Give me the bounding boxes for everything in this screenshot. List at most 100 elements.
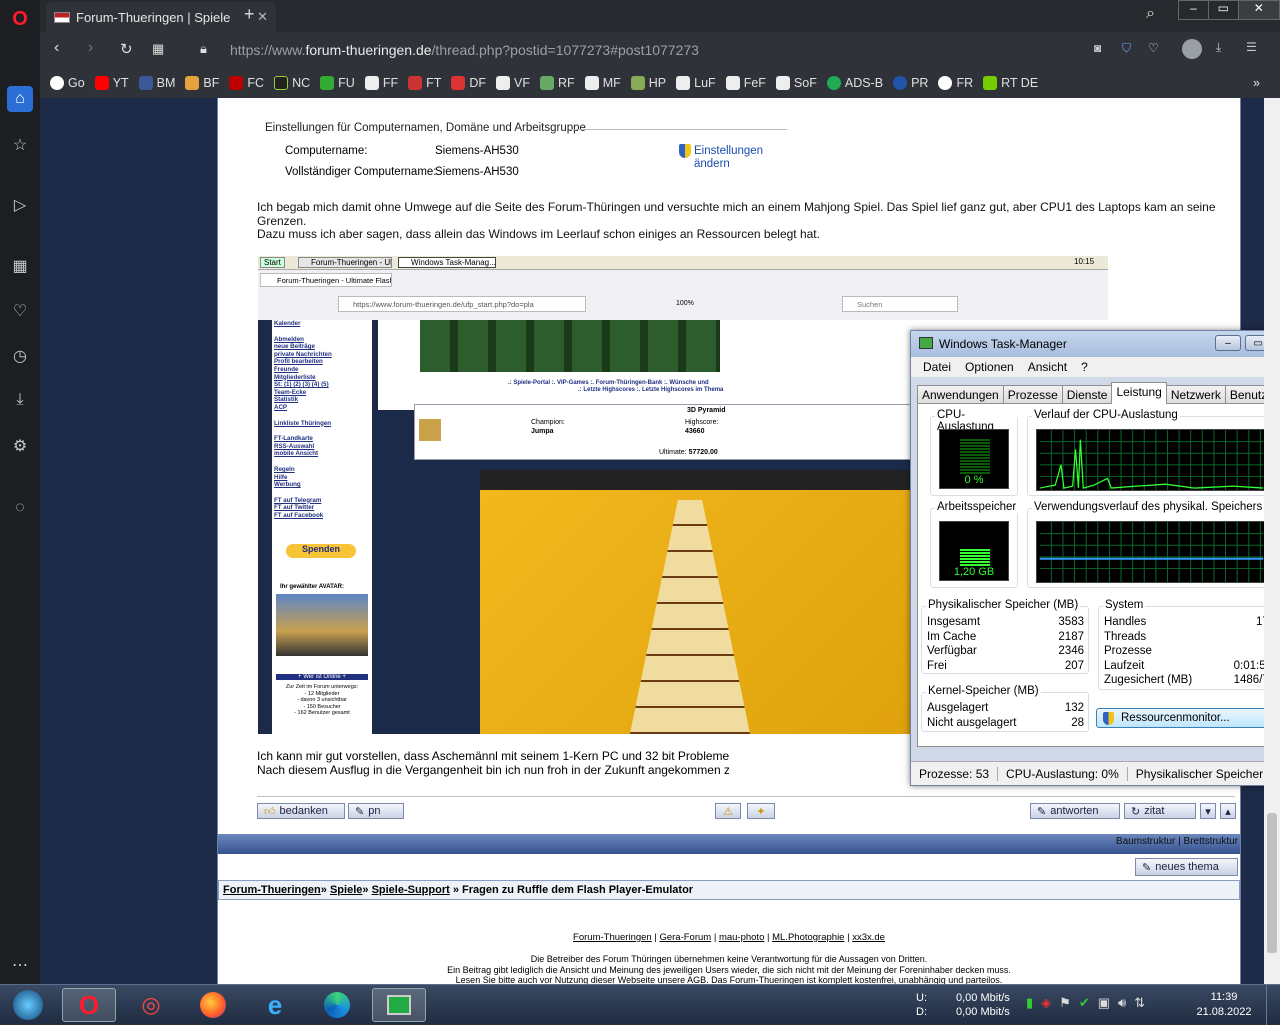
bookmark-ff[interactable]: FF [364,76,398,90]
ip-button[interactable]: ✦ [747,803,775,819]
bookmark-adsb[interactable]: ADS-B [826,76,883,90]
tree-view-link[interactable]: Baumstruktur [1116,836,1175,847]
workspaces-icon[interactable]: ▦ [7,253,33,279]
bookmark-pr[interactable]: PR [893,76,928,90]
bookmark-sof[interactable]: SoF [775,76,817,90]
back-icon[interactable]: ‹ [54,39,59,57]
scroll-down-button[interactable]: ▾ [1200,803,1216,819]
reload-icon[interactable]: ↻ [120,40,133,58]
avatar[interactable] [1182,39,1202,59]
opera-logo-icon[interactable]: O [7,6,33,32]
download-icon[interactable]: ⤓ [1216,40,1221,55]
tab-close-icon[interactable]: ✕ [257,9,268,25]
tray-app-icon[interactable]: ▮ [1026,995,1033,1011]
taskbar-firefox[interactable] [186,988,240,1022]
tm-menu-help[interactable]: ? [1081,360,1088,374]
history-icon[interactable]: ◷ [7,343,33,369]
footer-link[interactable]: ML.Photographie [772,932,844,943]
pn-button[interactable]: ✎ pn [348,803,404,819]
bookmark-luf[interactable]: LuF [676,76,716,90]
bookmark-rtde[interactable]: RT DE [983,76,1038,90]
forward-icon[interactable]: › [88,39,93,57]
tray-screen-icon[interactable]: ▣ [1098,995,1110,1011]
bookmark-vf[interactable]: VF [496,76,530,90]
tm-menu-ansicht[interactable]: Ansicht [1028,360,1067,374]
tm-maximize-button[interactable]: ▭ [1245,335,1264,351]
shield-icon[interactable]: ⛉ [1122,41,1131,56]
thanks-button[interactable]: 👍︎ bedanken [257,803,345,819]
change-settings-link[interactable]: Einstellungen ändern [694,145,763,170]
bookmark-rf[interactable]: RF [540,76,575,90]
crumb-games[interactable]: Spiele [330,884,362,896]
reply-button[interactable]: ✎ antworten [1030,803,1120,819]
report-button[interactable]: ⚠ [715,803,741,819]
new-thread-button[interactable]: ✎ neues thema [1135,858,1238,876]
footer-link[interactable]: xx3x.de [852,932,885,943]
more-icon[interactable]: ⋯ [7,952,33,978]
new-tab-button[interactable]: + [244,4,255,25]
scroll-up-button[interactable]: ▴ [1220,803,1236,819]
footer-link[interactable]: mau-photo [719,932,764,943]
bookmark-yt[interactable]: YT [94,76,129,90]
settings-icon[interactable]: ⚙ [7,433,33,459]
tray-check-icon[interactable]: ✔ [1079,995,1090,1011]
tray-network-icon[interactable]: ⇅ [1134,995,1145,1011]
url-input[interactable]: https://www.forum-thueringen.de/thread.p… [230,42,699,58]
bookmark-fr[interactable]: FR [938,76,973,90]
bookmark-bm[interactable]: BM [138,76,175,90]
tm-menu-datei[interactable]: Datei [923,360,951,374]
clock[interactable]: 11:39 21.08.2022 [1196,990,1252,1020]
bookmark-fu[interactable]: FU [320,76,355,90]
tm-minimize-button[interactable]: – [1215,335,1241,351]
taskbar-edge[interactable] [310,988,364,1022]
download-icon[interactable]: ⤓ [7,387,33,413]
scrollbar-thumb[interactable] [1267,813,1277,953]
tab-dienste[interactable]: Dienste [1061,385,1113,404]
tray-pdf-icon[interactable]: ◈ [1041,995,1051,1011]
menu-icon[interactable]: ☰ [1246,40,1257,54]
tab-netzwerk[interactable]: Netzwerk [1165,385,1226,404]
bookmark-fef[interactable]: FeF [725,76,766,90]
camera-icon[interactable]: ◙ [1094,41,1101,55]
close-window-button[interactable]: ✕ [1237,1,1280,19]
tab-prozesse[interactable]: Prozesse [1002,385,1063,404]
bookmark-go[interactable]: Go [50,76,85,90]
resource-monitor-button[interactable]: Ressourcenmonitor... [1096,708,1264,728]
bookmarks-more-icon[interactable]: » [1253,76,1260,90]
bookmark-fc[interactable]: FC [229,76,264,90]
taskbar-opera-gx[interactable]: ◎ [124,988,178,1022]
bookmark-bf[interactable]: BF [185,76,219,90]
taskbar-task-manager[interactable] [372,988,426,1022]
tab-anwendungen[interactable]: Anwendungen [917,385,1004,404]
player-icon[interactable]: ▷ [7,192,33,218]
taskbar-ie[interactable]: e [248,988,302,1022]
search-tabs-icon[interactable]: ⌕ [1146,5,1155,23]
minimize-button[interactable]: – [1179,1,1208,19]
quote-button[interactable]: ↻ zitat [1124,803,1196,819]
heart-icon[interactable]: ♡ [7,298,33,324]
bookmark-nc[interactable]: NC [274,76,310,90]
bookmark-hp[interactable]: HP [630,76,666,90]
page-scrollbar[interactable] [1264,98,1280,984]
board-view-link[interactable]: Brettstruktur [1184,836,1238,847]
bookmark-df[interactable]: DF [451,76,486,90]
crumb-home[interactable]: Forum-Thueringen [223,884,321,896]
tm-menu-optionen[interactable]: Optionen [965,360,1014,374]
tab-benutzer[interactable]: Benutzer [1224,385,1264,404]
heart-icon[interactable]: ♡ [1148,41,1159,55]
footer-link[interactable]: Forum-Thueringen [573,932,652,943]
maximize-button[interactable]: ▭ [1207,1,1238,19]
tab-forum[interactable]: Forum-Thueringen | Spiele ✕ [46,2,276,32]
taskbar-opera[interactable]: O [62,988,116,1022]
bookmark-ft[interactable]: FT [408,76,441,90]
tab-leistung[interactable]: Leistung [1111,382,1167,404]
home-icon[interactable]: ⌂ [7,86,33,112]
bookmark-mf[interactable]: MF [584,76,621,90]
volume-icon[interactable]: 🔊︎ [1118,995,1126,1011]
footer-link[interactable]: Gera-Forum [659,932,711,943]
bulb-icon[interactable]: ◌ [7,495,33,521]
tray-flag-icon[interactable]: ⚑ [1059,995,1071,1011]
tabs-grid-icon[interactable]: ▦ [152,41,164,57]
start-button[interactable] [2,988,54,1022]
star-icon[interactable]: ☆ [7,132,33,158]
